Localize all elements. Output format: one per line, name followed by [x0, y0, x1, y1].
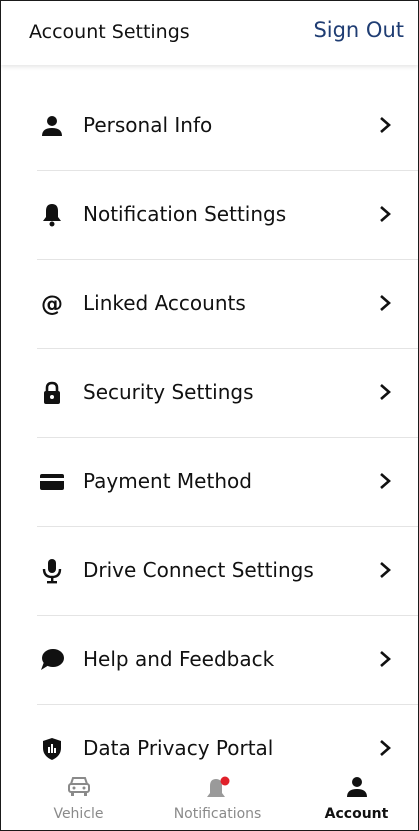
- person-icon: [287, 775, 418, 801]
- bell-icon: [37, 201, 67, 229]
- chevron-right-icon: [380, 740, 391, 756]
- shield-icon: [37, 735, 67, 763]
- app-frame: Account Settings Sign Out Personal Info …: [0, 0, 419, 831]
- microphone-icon: [37, 557, 67, 585]
- menu-item-notification-settings[interactable]: Notification Settings: [37, 171, 418, 260]
- bell-icon: [148, 775, 287, 801]
- menu-item-label: Payment Method: [83, 469, 252, 493]
- menu-item-label: Notification Settings: [83, 202, 287, 226]
- at-sign-icon: @: [37, 290, 67, 318]
- bottom-tab-bar: Vehicle Notifications Account: [1, 767, 418, 830]
- menu-item-label: Linked Accounts: [83, 291, 246, 315]
- person-icon: [37, 112, 67, 140]
- menu-item-label: Drive Connect Settings: [83, 558, 314, 582]
- menu-item-security-settings[interactable]: Security Settings: [37, 349, 418, 438]
- page-title: Account Settings: [29, 21, 190, 43]
- tab-label: Notifications: [173, 806, 262, 822]
- top-bar: Account Settings Sign Out: [1, 1, 418, 65]
- menu-item-help-and-feedback[interactable]: Help and Feedback: [37, 616, 418, 705]
- chevron-right-icon: [380, 117, 391, 133]
- menu-item-linked-accounts[interactable]: @ Linked Accounts: [37, 260, 418, 349]
- credit-card-icon: [37, 468, 67, 496]
- chevron-right-icon: [380, 473, 391, 489]
- tab-account[interactable]: Account: [287, 767, 418, 830]
- menu-item-label: Data Privacy Portal: [83, 736, 274, 760]
- tab-label: Account: [324, 806, 389, 822]
- svg-text:@: @: [41, 292, 63, 316]
- notification-badge: [220, 776, 229, 786]
- menu-item-label: Personal Info: [83, 113, 213, 137]
- menu-item-personal-info[interactable]: Personal Info: [37, 82, 418, 171]
- settings-list: Personal Info Notification Settings @ Li…: [1, 82, 418, 793]
- sign-out-button[interactable]: Sign Out: [313, 18, 404, 42]
- tab-label: Vehicle: [53, 806, 104, 822]
- chevron-right-icon: [380, 384, 391, 400]
- chevron-right-icon: [380, 206, 391, 222]
- menu-item-payment-method[interactable]: Payment Method: [37, 438, 418, 527]
- car-icon: [9, 775, 148, 801]
- lock-icon: [37, 379, 67, 407]
- tab-vehicle[interactable]: Vehicle: [9, 767, 148, 830]
- menu-item-drive-connect-settings[interactable]: Drive Connect Settings: [37, 527, 418, 616]
- chevron-right-icon: [380, 651, 391, 667]
- tab-notifications[interactable]: Notifications: [148, 767, 287, 830]
- menu-item-label: Help and Feedback: [83, 647, 275, 671]
- menu-item-label: Security Settings: [83, 380, 254, 404]
- chat-bubble-icon: [37, 646, 67, 674]
- chevron-right-icon: [380, 295, 391, 311]
- chevron-right-icon: [380, 562, 391, 578]
